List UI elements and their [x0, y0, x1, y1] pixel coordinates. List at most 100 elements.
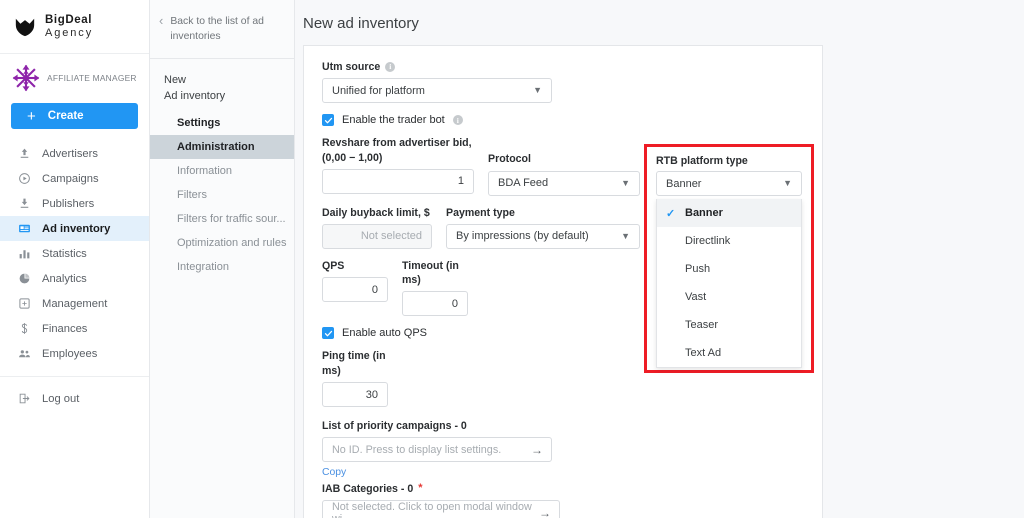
rtb-option-directlink[interactable]: Directlink [657, 227, 801, 255]
revshare-value: 1 [457, 175, 464, 188]
sidebar-item-management[interactable]: Management [0, 291, 149, 316]
sidebar-nav: Advertisers Campaigns Publishers Ad inve… [0, 141, 149, 411]
sidebar-divider [0, 376, 149, 377]
app-root: BigDeal Agency AFFILIATE MANAGER + Creat… [0, 0, 1024, 518]
sidebar-item-finances[interactable]: Finances [0, 316, 149, 341]
subnav-item-integration[interactable]: Integration [150, 255, 294, 279]
qps-input[interactable]: 0 [322, 277, 388, 303]
play-circle-icon [18, 172, 31, 185]
sidebar-item-analytics[interactable]: Analytics [0, 266, 149, 291]
sidebar-item-publishers[interactable]: Publishers [0, 191, 149, 216]
priority-campaigns-input[interactable]: No ID. Press to display list settings. → [322, 437, 552, 463]
context-subnav: ‹ Back to the list of ad inventories New… [150, 0, 295, 518]
sidebar-item-label: Finances [42, 322, 88, 335]
rtb-option-label: Banner [685, 207, 723, 219]
main-content: New ad inventory Utm source i Unified fo… [295, 0, 1024, 518]
enable-trader-bot-row: Enable the trader bot i [322, 114, 804, 127]
account-badge: AFFILIATE MANAGER [0, 54, 149, 98]
iab-categories-placeholder: Not selected. Click to open modal window… [332, 500, 532, 518]
timeout-input[interactable]: 0 [402, 291, 468, 317]
subnav-item-optimization-and-rules[interactable]: Optimization and rules [150, 231, 294, 255]
protocol-value: BDA Feed [498, 177, 549, 190]
sidebar-item-statistics[interactable]: Statistics [0, 241, 149, 266]
utm-source-label-text: Utm source [322, 61, 381, 73]
brand-text: BigDeal Agency [45, 14, 93, 39]
sidebar-item-label: Management [42, 297, 108, 310]
utm-source-select[interactable]: Unified for platform ▼ [322, 78, 552, 104]
iab-categories-label-text: IAB Categories - 0 [322, 482, 414, 495]
ping-time-input[interactable]: 30 [322, 382, 388, 408]
left-sidebar: BigDeal Agency AFFILIATE MANAGER + Creat… [0, 0, 150, 518]
check-icon [324, 117, 332, 124]
iab-categories-field: IAB Categories - 0 * Not selected. Click… [322, 481, 560, 518]
enable-trader-bot-checkbox[interactable] [322, 114, 334, 127]
brand-name-line2: Agency [45, 26, 94, 39]
rtb-option-label: Push [685, 263, 711, 275]
brand-header: BigDeal Agency [0, 0, 149, 54]
subnav-item-administration[interactable]: Administration [150, 135, 294, 160]
sidebar-item-logout[interactable]: Log out [0, 386, 149, 411]
qps-value: 0 [371, 283, 378, 296]
rtb-option-vast[interactable]: Vast [657, 283, 801, 311]
ping-time-label: Ping time (in ms) [322, 350, 386, 377]
create-button[interactable]: + Create [11, 103, 138, 129]
subnav-item-information[interactable]: Information [150, 159, 294, 183]
payment-type-value: By impressions (by default) [456, 230, 589, 243]
subnav-item-filters[interactable]: Filters [150, 183, 294, 207]
revshare-field: Revshare from advertiser bid, (0,00 − 1,… [322, 136, 474, 195]
revshare-label-line2: (0,00 − 1,00) [322, 151, 383, 164]
snowflake-logo-icon [12, 64, 40, 92]
daily-buyback-placeholder: Not selected [360, 230, 422, 243]
subnav-item-label: Optimization and rules [177, 237, 287, 250]
info-icon[interactable]: i [452, 115, 463, 126]
rtb-platform-type-select[interactable]: Banner ▼ [656, 171, 802, 196]
bar-chart-icon [18, 247, 31, 260]
rtb-option-teaser[interactable]: Teaser [657, 311, 801, 339]
form-card: Utm source i Unified for platform ▼ Enab… [303, 45, 823, 518]
square-plus-icon [18, 297, 31, 310]
daily-buyback-input[interactable]: Not selected [322, 223, 432, 249]
rtb-option-text-ad[interactable]: Text Ad [657, 339, 801, 367]
rtb-platform-type-field: RTB platform type Banner ▼ ✓ Banner Dire… [647, 147, 811, 368]
brand-name-line1: BigDeal [45, 13, 93, 26]
pie-chart-icon [18, 272, 31, 285]
subnav-item-filters-traffic-sources[interactable]: Filters for traffic sour... [150, 207, 294, 231]
back-to-list-link[interactable]: ‹ Back to the list of ad inventories [150, 0, 294, 60]
sidebar-item-advertisers[interactable]: Advertisers [0, 141, 149, 166]
sidebar-item-campaigns[interactable]: Campaigns [0, 166, 149, 191]
daily-buyback-label: Daily buyback limit, $ [322, 206, 430, 219]
qps-field: QPS 0 [322, 259, 388, 317]
rtb-option-push[interactable]: Push [657, 255, 801, 283]
payment-type-select[interactable]: By impressions (by default) ▼ [446, 223, 640, 249]
qps-label: QPS [322, 259, 345, 272]
sidebar-item-ad-inventory[interactable]: Ad inventory [0, 216, 149, 241]
sidebar-item-employees[interactable]: Employees [0, 341, 149, 366]
subnav-item-label: Filters [177, 189, 207, 202]
subnav-item-settings[interactable]: Settings [150, 111, 294, 135]
payment-type-label: Payment type [446, 206, 515, 219]
protocol-select[interactable]: BDA Feed ▼ [488, 170, 640, 196]
revshare-input[interactable]: 1 [322, 168, 474, 194]
utm-source-label: Utm source i [322, 60, 804, 74]
subnav-context-line1: New [164, 74, 187, 87]
iab-categories-input[interactable]: Not selected. Click to open modal window… [322, 500, 560, 518]
subnav-item-label: Information [177, 165, 233, 178]
logout-arrow-icon [18, 392, 31, 405]
sidebar-item-label: Employees [42, 347, 98, 360]
timeout-label: Timeout (in ms) [402, 259, 459, 287]
plus-icon: + [27, 107, 36, 125]
rtb-platform-type-value: Banner [666, 177, 702, 190]
info-icon[interactable]: i [385, 62, 396, 73]
ping-time-field: Ping time (in ms) 30 [322, 349, 388, 408]
dollar-icon [18, 322, 31, 335]
sidebar-item-label: Log out [42, 392, 80, 405]
enable-auto-qps-checkbox[interactable] [322, 327, 334, 340]
enable-trader-bot-label: Enable the trader bot [342, 114, 445, 127]
ad-card-icon [18, 222, 31, 235]
priority-campaigns-copy-link[interactable]: Copy [322, 467, 346, 478]
rtb-platform-type-label: RTB platform type [656, 155, 748, 167]
people-icon [18, 347, 31, 360]
rtb-option-banner[interactable]: ✓ Banner [657, 199, 801, 227]
rtb-option-label: Teaser [685, 319, 719, 331]
chevron-down-icon: ▼ [621, 177, 630, 188]
